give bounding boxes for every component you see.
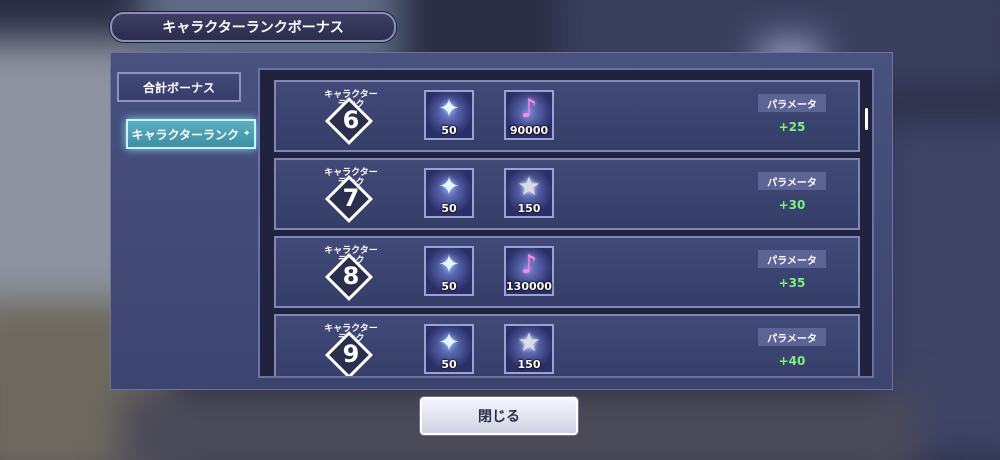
parameter-value: +30 <box>778 198 806 212</box>
reward-quantity: 150 <box>517 358 541 371</box>
parameter-value: +35 <box>778 276 806 290</box>
reward-crystal[interactable]: ✦ 50 <box>424 168 474 218</box>
crystal-icon: ✦ <box>438 250 460 280</box>
close-button-label: 閉じる <box>478 409 520 425</box>
star-card-icon: ★ <box>517 172 541 202</box>
rank-row: キャラクターランク 6 ✦ 50 ♪ 90000 パラメータ +25 <box>274 80 860 152</box>
crystal-icon: ✦ <box>438 94 460 124</box>
reward-crystal[interactable]: ✦ 50 <box>424 324 474 374</box>
crystal-icon: ✦ <box>438 328 460 358</box>
rank-bonus-list[interactable]: キャラクターランク 6 ✦ 50 ♪ 90000 パラメータ +25 キャラクタ… <box>258 68 874 378</box>
reward-quantity: 150 <box>517 202 541 215</box>
reward-quantity: 130000 <box>506 280 552 293</box>
music-disc-icon: ♪ <box>520 250 538 280</box>
reward-quantity: 50 <box>441 358 457 371</box>
parameter-label: パラメータ <box>758 328 826 346</box>
music-disc-icon: ♪ <box>520 94 538 124</box>
star-card-icon: ★ <box>517 328 541 358</box>
rank-number: 9 <box>342 340 360 368</box>
rank-number: 6 <box>342 106 360 134</box>
tab-character-rank[interactable]: キャラクターランク ✦ <box>126 119 256 149</box>
rank-row: キャラクターランク 7 ✦ 50 ★ 150 パラメータ +30 <box>274 158 860 230</box>
reward-quantity: 50 <box>441 202 457 215</box>
chevron-right-icon: ✦ <box>242 129 251 139</box>
parameter-value: +40 <box>778 354 806 368</box>
reward-item[interactable]: ♪ 90000 <box>504 90 554 140</box>
tab-total-bonus[interactable]: 合計ボーナス <box>117 72 241 102</box>
tab-character-rank-label: キャラクターランク <box>131 127 239 142</box>
reward-quantity: 50 <box>441 280 457 293</box>
reward-crystal[interactable]: ✦ 50 <box>424 90 474 140</box>
reward-item[interactable]: ★ 150 <box>504 168 554 218</box>
reward-quantity: 90000 <box>509 124 549 137</box>
list-scrollbar[interactable] <box>865 108 868 130</box>
parameter-label: パラメータ <box>758 250 826 268</box>
dialog-title: キャラクターランクボーナス <box>110 12 396 42</box>
crystal-icon: ✦ <box>438 172 460 202</box>
rank-row: キャラクターランク 8 ✦ 50 ♪ 130000 パラメータ +35 <box>274 236 860 308</box>
rank-number: 7 <box>342 184 360 212</box>
reward-crystal[interactable]: ✦ 50 <box>424 246 474 296</box>
tab-total-bonus-label: 合計ボーナス <box>142 80 215 95</box>
parameter-value: +25 <box>778 120 806 134</box>
rank-number: 8 <box>342 262 360 290</box>
rank-row: キャラクターランク 9 ✦ 50 ★ 150 パラメータ +40 <box>274 314 860 376</box>
close-button[interactable]: 閉じる <box>420 397 578 435</box>
reward-item[interactable]: ★ 150 <box>504 324 554 374</box>
reward-item[interactable]: ♪ 130000 <box>504 246 554 296</box>
parameter-label: パラメータ <box>758 172 826 190</box>
reward-quantity: 50 <box>441 124 457 137</box>
parameter-label: パラメータ <box>758 94 826 112</box>
